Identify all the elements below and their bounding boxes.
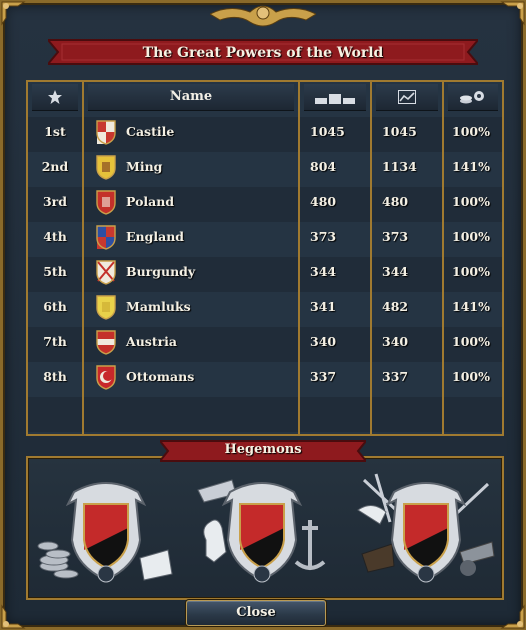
table-row[interactable]: 3rd Poland 480 480 100% — [28, 184, 502, 219]
country-flag-icon — [94, 189, 118, 215]
percent-cell: 100% — [452, 264, 490, 279]
country-name[interactable]: Mamluks — [126, 289, 296, 324]
table-row[interactable]: 4th England 373 373 100% — [28, 219, 502, 254]
country-name[interactable]: Ottomans — [126, 359, 296, 394]
window-title: The Great Powers of the World — [142, 45, 384, 61]
corner-ornament — [500, 604, 526, 630]
close-button[interactable]: Close — [186, 600, 326, 626]
rank-cell: 7th — [43, 334, 67, 349]
country-name[interactable]: Ming — [126, 149, 296, 184]
rank-cell: 2nd — [41, 159, 69, 174]
coins-scroll-icon — [37, 482, 173, 583]
table-row[interactable]: 7th Austria 340 340 100% — [28, 324, 502, 359]
score-cell: 480 — [310, 194, 337, 209]
corner-ornament — [500, 0, 526, 26]
percent-cell: 100% — [452, 334, 490, 349]
country-flag-icon — [94, 224, 118, 250]
trend-sort-header[interactable] — [376, 84, 438, 111]
corner-ornament — [0, 604, 26, 630]
score-cell: 1045 — [310, 124, 345, 139]
table-row[interactable]: 2nd Ming 804 1134 141% — [28, 149, 502, 184]
economic-hegemon-emblem[interactable] — [36, 470, 176, 588]
score-cell: 804 — [310, 159, 337, 174]
score-cell: 337 — [310, 369, 337, 384]
trend-cell: 482 — [382, 299, 409, 314]
country-name[interactable]: England — [126, 219, 296, 254]
country-flag-icon — [94, 154, 118, 180]
rank-sort-header[interactable] — [32, 84, 78, 111]
weapons-cannon-icon — [357, 473, 495, 583]
percent-sort-header[interactable] — [448, 84, 498, 111]
country-flag-icon — [94, 364, 118, 390]
bars-icon — [315, 93, 355, 104]
trend-cell: 340 — [382, 334, 409, 349]
trend-cell: 337 — [382, 369, 409, 384]
name-header-label: Name — [169, 89, 213, 104]
table-row[interactable]: 6th Mamluks 341 482 141% — [28, 289, 502, 324]
table-row[interactable]: 1st Castile 1045 1045 100% — [28, 114, 502, 149]
country-flag-icon — [94, 259, 118, 285]
rank-cell: 8th — [43, 369, 67, 384]
percent-cell: 100% — [452, 229, 490, 244]
score-cell: 340 — [310, 334, 337, 349]
hegemons-banner: Hegemons — [160, 438, 366, 464]
country-flag-icon — [94, 294, 118, 320]
table-row[interactable]: 8th Ottomans 337 337 100% — [28, 359, 502, 394]
name-sort-header[interactable]: Name — [88, 84, 294, 111]
trend-cell: 1045 — [382, 124, 417, 139]
country-name[interactable]: Burgundy — [126, 254, 296, 289]
country-name[interactable]: Castile — [126, 114, 296, 149]
rank-cell: 6th — [43, 299, 67, 314]
rank-cell: 3rd — [42, 194, 68, 209]
percent-cell: 100% — [452, 124, 490, 139]
coins-gear-icon — [460, 90, 484, 103]
percent-cell: 141% — [452, 299, 490, 314]
score-cell: 341 — [310, 299, 337, 314]
country-flag-icon — [94, 119, 118, 145]
trend-cell: 344 — [382, 264, 409, 279]
horse-anchor-icon — [197, 479, 326, 583]
rank-cell: 1st — [44, 124, 66, 139]
top-crest-ornament — [210, 0, 316, 32]
star-icon — [48, 89, 62, 104]
trend-chart-icon — [398, 89, 416, 104]
country-name[interactable]: Poland — [126, 184, 296, 219]
military-hegemon-emblem[interactable] — [356, 470, 496, 588]
great-powers-table: Name 1st Castile 1045 1045 100% 2nd Ming… — [26, 80, 504, 436]
trend-cell: 1134 — [382, 159, 417, 174]
score-cell: 373 — [310, 229, 337, 244]
title-banner: The Great Powers of the World — [48, 36, 478, 68]
country-flag-icon — [94, 329, 118, 355]
percent-cell: 100% — [452, 194, 490, 209]
naval-hegemon-emblem[interactable] — [192, 470, 332, 588]
hegemons-title: Hegemons — [224, 442, 302, 457]
score-cell: 344 — [310, 264, 337, 279]
trend-cell: 373 — [382, 229, 409, 244]
rank-cell: 5th — [43, 264, 67, 279]
corner-ornament — [0, 0, 26, 26]
rank-cell: 4th — [43, 229, 67, 244]
trend-cell: 480 — [382, 194, 409, 209]
percent-cell: 141% — [452, 159, 490, 174]
score-sort-header[interactable] — [304, 84, 366, 111]
table-row[interactable]: 5th Burgundy 344 344 100% — [28, 254, 502, 289]
percent-cell: 100% — [452, 369, 490, 384]
country-name[interactable]: Austria — [126, 324, 296, 359]
